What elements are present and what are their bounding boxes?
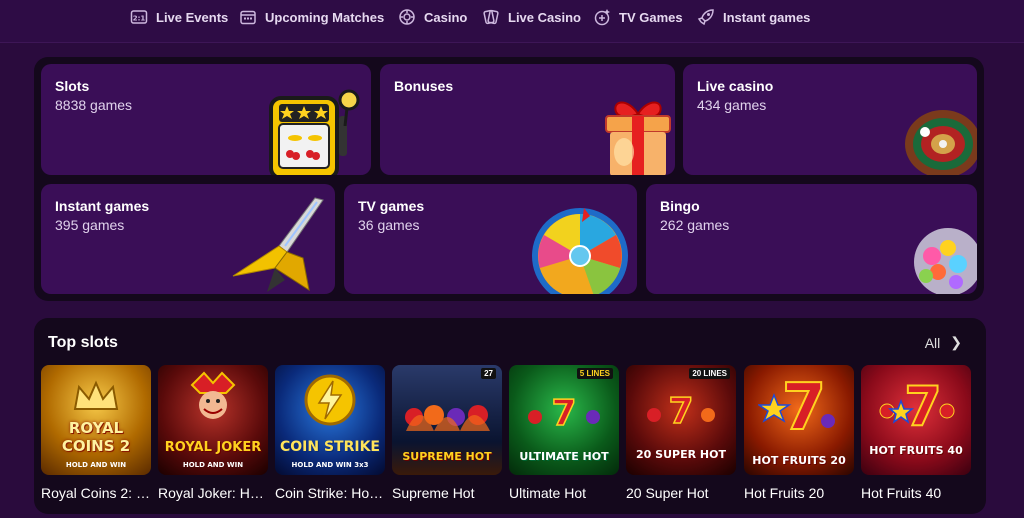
fruits-icon <box>405 405 490 431</box>
nav-upcoming-matches[interactable]: Upcoming Matches <box>239 6 384 28</box>
category-title: Bonuses <box>394 78 454 94</box>
game-logo: HOT FRUITS 40 <box>869 444 963 457</box>
gift-box-icon <box>605 101 671 175</box>
nav-casino[interactable]: Casino <box>398 6 467 28</box>
category-card-live-casino[interactable]: Live casino 434 games <box>683 64 977 175</box>
category-title: Live casino <box>697 78 774 94</box>
game-thumbnail: 27 SUPREME HOT <box>392 365 502 475</box>
rocket-icon <box>697 9 714 26</box>
game-name: Coin Strike: Hold and Win <box>275 485 385 501</box>
category-count: 434 games <box>697 97 767 113</box>
nav-label: TV Games <box>619 9 683 25</box>
game-logo: SUPREME HOT <box>402 450 492 463</box>
nav-label: Live Events <box>156 9 229 25</box>
game-card[interactable]: ROYAL COINS 2 HOLD AND WIN Royal Coins 2… <box>41 365 151 501</box>
chevron-right-icon: ❯ <box>950 334 962 350</box>
section-title: Top slots <box>48 334 118 351</box>
top-navigation: 2:1 Live Events Upcoming Matches Casino … <box>0 0 1024 43</box>
game-logo: ROYAL COINS 2 <box>61 419 131 455</box>
nav-label: Upcoming Matches <box>265 9 385 25</box>
tv-games-icon <box>594 9 610 26</box>
game-thumbnail: 5 LINES 7 ULTIMATE HOT <box>509 365 619 475</box>
category-title: Slots <box>55 78 90 94</box>
game-name: Hot Fruits 20 <box>744 485 825 501</box>
game-thumbnail: ROYAL COINS 2 HOLD AND WIN <box>41 365 151 475</box>
category-grid: Slots 8838 games Bonuses Live casino 434… <box>34 57 984 301</box>
game-card[interactable]: 27 SUPREME HOT Supreme Hot <box>392 365 502 501</box>
game-card[interactable]: 7 HOT FRUITS 40 Hot Fruits 40 <box>861 365 971 501</box>
game-logo: COIN STRIKE <box>279 439 380 455</box>
category-count: 395 games <box>55 217 125 233</box>
game-logo: ULTIMATE HOT <box>519 450 609 463</box>
lightning-coin-icon <box>304 374 356 426</box>
game-tag: HOLD AND WIN 3x3 <box>291 461 369 469</box>
category-card-instant-games[interactable]: Instant games 395 games <box>41 184 335 294</box>
nav-label: Casino <box>424 9 468 25</box>
game-thumbnail: 7 HOT FRUITS 40 <box>861 365 971 475</box>
category-title: TV games <box>358 198 425 214</box>
game-logo: ROYAL JOKER <box>164 440 262 455</box>
category-card-bingo[interactable]: Bingo 262 games <box>646 184 977 294</box>
prize-wheel-icon <box>532 208 628 294</box>
scoreboard-icon: 2:1 <box>130 10 148 24</box>
category-title: Bingo <box>660 198 700 214</box>
game-name: 20 Super Hot <box>626 485 709 501</box>
category-count: 36 games <box>358 217 420 233</box>
game-thumbnail: 20 LINES 7 20 SUPER HOT <box>626 365 736 475</box>
calendar-icon <box>240 10 256 25</box>
game-name: Ultimate Hot <box>509 485 587 501</box>
joker-icon <box>190 371 236 419</box>
game-logo: HOT FRUITS 20 <box>752 454 846 467</box>
lucky-seven-icon: 7 <box>879 374 955 433</box>
game-card[interactable]: 7 HOT FRUITS 20 Hot Fruits 20 <box>744 365 854 501</box>
lines-badge: 5 LINES <box>576 368 613 379</box>
cards-icon <box>483 9 499 25</box>
svg-text:2:1: 2:1 <box>133 15 146 23</box>
top-slots-section: Top slots All ❯ ROYAL COINS 2 HOLD AND W… <box>34 318 986 514</box>
svg-text:7: 7 <box>551 393 576 431</box>
nav-label: Instant games <box>723 9 811 25</box>
svg-text:7: 7 <box>904 375 942 433</box>
game-name: Supreme Hot <box>392 485 475 501</box>
nav-live-casino[interactable]: Live Casino <box>482 6 581 28</box>
all-link[interactable]: All ❯ <box>925 334 962 351</box>
game-card[interactable]: ROYAL JOKER HOLD AND WIN Royal Joker: Ho… <box>158 365 268 501</box>
nav-label: Live Casino <box>508 9 581 25</box>
game-name: Royal Coins 2: Hold and Win <box>41 485 151 501</box>
game-thumbnail: COIN STRIKE HOLD AND WIN 3x3 <box>275 365 385 475</box>
nav-instant-games[interactable]: Instant games <box>697 6 810 28</box>
category-card-tv-games[interactable]: TV games 36 games <box>344 184 637 294</box>
category-count: 262 games <box>660 217 730 233</box>
game-name: Royal Joker: Hold and Win <box>158 485 268 501</box>
nav-tv-games[interactable]: TV Games <box>593 6 683 28</box>
all-label: All <box>924 334 941 351</box>
game-tag: HOLD AND WIN <box>65 461 127 469</box>
game-logo: 20 SUPER HOT <box>636 448 726 461</box>
game-thumbnail: ROYAL JOKER HOLD AND WIN <box>158 365 268 475</box>
crown-icon <box>73 380 119 410</box>
lucky-seven-icon: 7 <box>528 392 600 431</box>
casino-chip-icon <box>399 9 415 25</box>
lines-badge: 27 <box>481 368 496 379</box>
category-count: 8838 games <box>55 97 133 113</box>
jet-icon <box>232 197 324 292</box>
bingo-balls-icon <box>914 228 977 294</box>
category-card-slots[interactable]: Slots 8838 games <box>41 64 371 175</box>
slot-machine-icon <box>269 89 360 175</box>
game-name: Hot Fruits 40 <box>861 485 942 501</box>
lucky-seven-icon: 7 <box>758 370 835 439</box>
svg-text:7: 7 <box>782 371 827 439</box>
category-title: Instant games <box>55 198 150 214</box>
roulette-icon <box>905 110 977 175</box>
game-thumbnail: 7 HOT FRUITS 20 <box>744 365 854 475</box>
lines-badge: 20 LINES <box>689 368 730 379</box>
svg-text:7: 7 <box>668 391 693 429</box>
category-card-bonuses[interactable]: Bonuses <box>380 64 675 175</box>
game-card[interactable]: 20 LINES 7 20 SUPER HOT 20 Super Hot <box>626 365 736 501</box>
nav-live-events[interactable]: 2:1 Live Events <box>130 6 228 28</box>
lucky-seven-icon: 7 <box>647 390 715 429</box>
game-card[interactable]: COIN STRIKE HOLD AND WIN 3x3 Coin Strike… <box>275 365 385 501</box>
game-tag: HOLD AND WIN <box>182 461 244 469</box>
game-card[interactable]: 5 LINES 7 ULTIMATE HOT Ultimate Hot <box>509 365 619 501</box>
